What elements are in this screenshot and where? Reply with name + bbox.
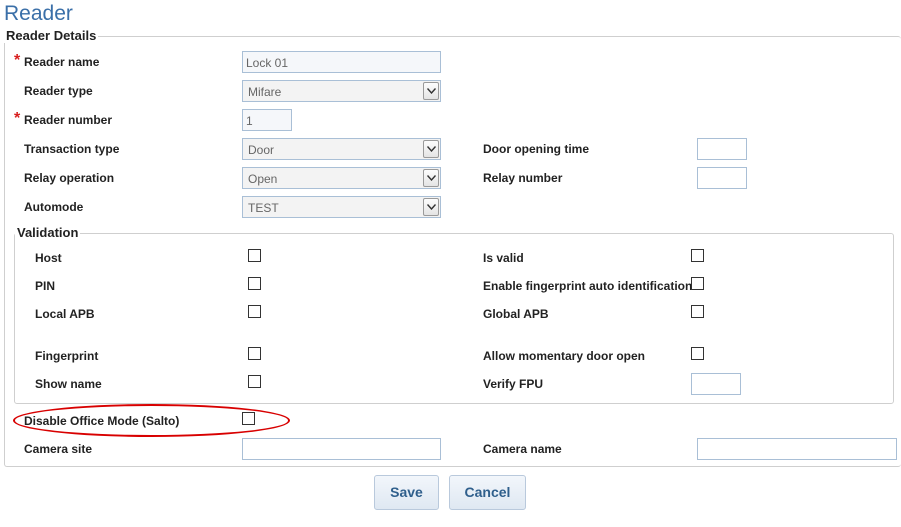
transaction-type-select[interactable]: Door [242,138,441,160]
reader-name-input[interactable]: Lock 01 [242,51,441,73]
reader-type-label: Reader type [24,84,93,98]
reader-details-legend: Reader Details [4,28,99,43]
automode-label: Automode [24,200,84,214]
transaction-type-value: Door [248,143,275,157]
local-apb-checkbox[interactable] [248,305,261,318]
host-label: Host [35,251,62,265]
door-opening-time-label: Door opening time [483,142,589,156]
show-name-checkbox[interactable] [248,375,261,388]
chevron-down-icon[interactable] [423,169,439,187]
required-mark: * [14,110,21,127]
automode-select[interactable]: TEST [242,196,441,218]
enable-fingerprint-auto-label: Enable fingerprint auto identification [483,279,693,293]
relay-number-input[interactable] [697,167,747,189]
chevron-down-icon[interactable] [423,82,439,100]
reader-name-label: Reader name [24,55,100,69]
host-checkbox[interactable] [248,249,261,262]
camera-name-label: Camera name [483,442,562,456]
relay-operation-value: Open [248,172,278,186]
allow-momentary-checkbox[interactable] [691,347,704,360]
camera-name-input[interactable] [697,438,897,460]
relay-operation-select[interactable]: Open [242,167,441,189]
chevron-down-icon[interactable] [423,140,439,158]
chevron-down-icon[interactable] [423,198,439,216]
annotation-circle [13,404,290,437]
is-valid-label: Is valid [483,251,524,265]
pin-label: PIN [35,279,56,293]
enable-fingerprint-auto-checkbox[interactable] [691,277,704,290]
fingerprint-checkbox[interactable] [248,347,261,360]
local-apb-label: Local APB [35,307,95,321]
reader-number-label: Reader number [24,113,113,127]
reader-number-input[interactable]: 1 [242,109,292,131]
save-button[interactable]: Save [374,475,439,510]
verify-fpu-input[interactable] [691,373,741,395]
allow-momentary-label: Allow momentary door open [483,349,646,363]
show-name-label: Show name [35,377,102,391]
relay-number-label: Relay number [483,171,563,185]
validation-fieldset [14,233,894,404]
pin-checkbox[interactable] [248,277,261,290]
fingerprint-label: Fingerprint [35,349,99,363]
is-valid-checkbox[interactable] [691,249,704,262]
reader-type-select[interactable]: Mifare [242,80,441,102]
camera-site-input[interactable] [242,438,441,460]
automode-value: TEST [248,201,279,215]
global-apb-label: Global APB [483,307,549,321]
page-title: Reader [4,2,73,25]
validation-legend: Validation [15,225,81,240]
cancel-button[interactable]: Cancel [449,475,526,510]
reader-type-value: Mifare [248,85,282,99]
required-mark: * [14,52,21,69]
transaction-type-label: Transaction type [24,142,120,156]
camera-site-label: Camera site [24,442,93,456]
relay-operation-label: Relay operation [24,171,115,185]
global-apb-checkbox[interactable] [691,305,704,318]
door-opening-time-input[interactable] [697,138,747,160]
verify-fpu-label: Verify FPU [483,377,544,391]
